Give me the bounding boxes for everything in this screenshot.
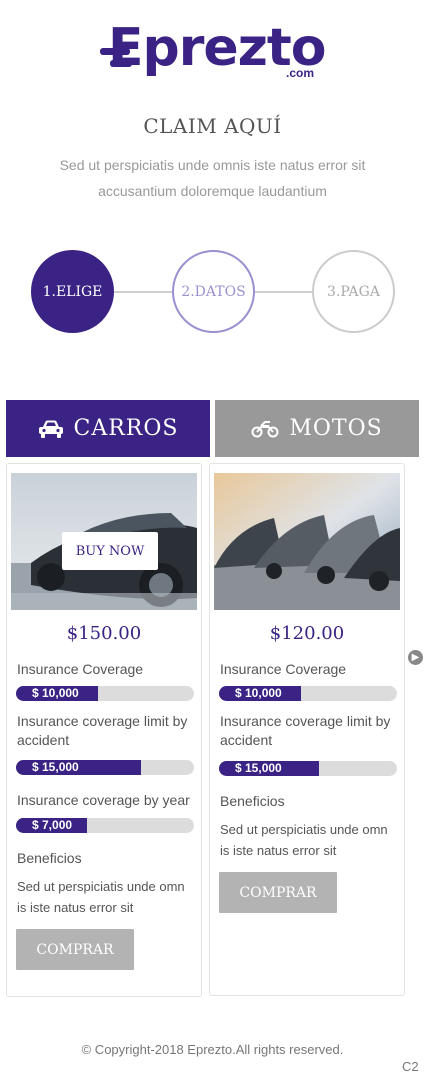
step-paga[interactable]: 3.PAGA — [312, 250, 395, 333]
product-card: BUY NOW $150.00 Insurance Coverage $ 10,… — [6, 463, 202, 997]
comprar-button[interactable]: COMPRAR — [219, 872, 337, 913]
tab-carros-label: CARROS — [73, 416, 179, 441]
car-photo[interactable]: BUY NOW — [11, 473, 197, 610]
coverage-bar-fill: $ 10,000 — [16, 686, 98, 701]
limit-label: Insurance coverage limit by accident — [220, 713, 391, 748]
car-photo[interactable] — [214, 473, 400, 610]
tab-motos-label: MOTOS — [289, 416, 383, 441]
chevron-right-icon[interactable]: ▶ — [408, 650, 423, 665]
page-title: CLAIM AQUÍ — [143, 114, 282, 138]
coverage-bar: $ 10,000 — [16, 686, 194, 701]
benefits-text: Sed ut perspiciatis unde omn is iste nat… — [220, 822, 388, 858]
tab-motos[interactable]: MOTOS — [215, 400, 419, 457]
limit-bar: $ 15,000 — [219, 761, 397, 776]
year-bar-fill: $ 7,000 — [16, 818, 88, 833]
tab-carros[interactable]: CARROS — [6, 400, 210, 457]
step-connector — [112, 291, 174, 293]
product-card: $120.00 Insurance Coverage $ 10,000 Insu… — [209, 463, 405, 996]
coverage-label: Insurance Coverage — [220, 661, 347, 677]
car-image — [214, 473, 400, 610]
buy-now-button[interactable]: BUY NOW — [62, 532, 158, 570]
step-elige[interactable]: 1.ELIGE — [31, 250, 114, 333]
logo-domain: .com — [286, 66, 315, 80]
step-datos[interactable]: 2.DATOS — [172, 250, 255, 333]
motorcycle-icon — [251, 420, 279, 437]
price: $150.00 — [66, 623, 142, 644]
corner-label: C2 — [402, 1059, 419, 1074]
limit-bar-fill: $ 15,000 — [219, 761, 319, 776]
limit-bar: $ 15,000 — [16, 760, 194, 775]
brand-logo[interactable]: Eprezto .com — [0, 18, 425, 80]
car-icon — [38, 420, 63, 438]
benefits-text: Sed ut perspiciatis unde omn is iste nat… — [17, 879, 185, 915]
step-connector — [254, 291, 314, 293]
coverage-label: Insurance Coverage — [17, 661, 144, 677]
step-indicator: 1.ELIGE 2.DATOS 3.PAGA — [0, 250, 425, 334]
coverage-bar-fill: $ 10,000 — [219, 686, 301, 701]
year-label: Insurance coverage by year — [17, 792, 190, 808]
benefits-label: Beneficios — [17, 850, 82, 866]
comprar-button[interactable]: COMPRAR — [16, 929, 134, 970]
price: $120.00 — [269, 623, 345, 644]
limit-bar-fill: $ 15,000 — [16, 760, 141, 775]
coverage-bar: $ 10,000 — [219, 686, 397, 701]
footer-copyright: © Copyright-2018 Eprezto.All rights rese… — [81, 1042, 344, 1057]
page-subtitle: Sed ut perspiciatis unde omnis iste natu… — [59, 157, 366, 199]
limit-label: Insurance coverage limit by accident — [17, 713, 188, 748]
year-bar: $ 7,000 — [16, 818, 194, 833]
benefits-label: Beneficios — [220, 793, 285, 809]
